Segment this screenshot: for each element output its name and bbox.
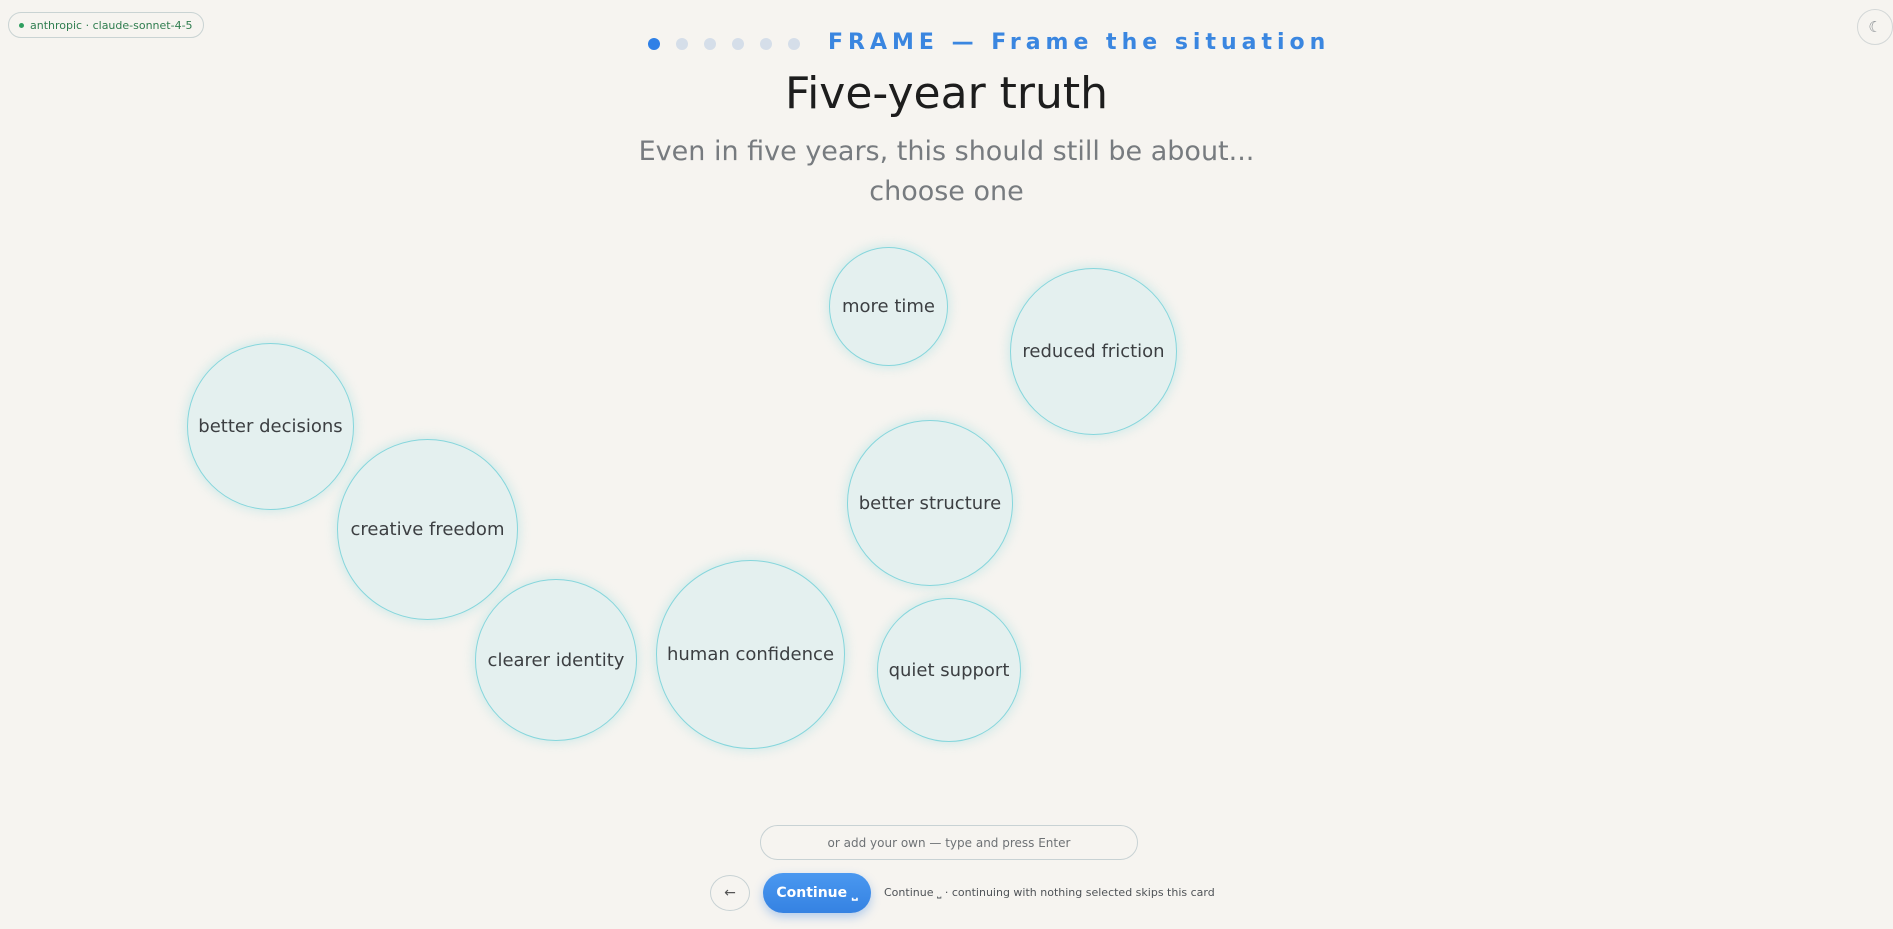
option-bubble-quiet-support[interactable]: quiet support [877, 598, 1021, 742]
page-subtitle: Even in five years, this should still be… [0, 132, 1893, 212]
option-bubble-clearer-identity[interactable]: clearer identity [475, 579, 637, 741]
model-badge: anthropic · claude-sonnet-4-5 [8, 12, 204, 38]
option-bubble-reduced-friction[interactable]: reduced friction [1010, 268, 1177, 435]
progress-dot-3 [704, 38, 716, 50]
subtitle-line-2: choose one [869, 176, 1024, 207]
progress-dot-6 [788, 38, 800, 50]
progress-dot-5 [760, 38, 772, 50]
option-bubble-creative-freedom[interactable]: creative freedom [337, 439, 518, 620]
option-bubble-better-decisions[interactable]: better decisions [187, 343, 354, 510]
continue-button[interactable]: Continue ⎵ [763, 873, 871, 913]
page: anthropic · claude-sonnet-4-5 ☾ FRAME — … [0, 0, 1893, 929]
progress-dot-4 [732, 38, 744, 50]
option-bubble-more-time[interactable]: more time [829, 247, 948, 366]
progress-dots [648, 38, 800, 50]
theme-toggle-button[interactable]: ☾ [1857, 9, 1893, 45]
moon-icon: ☾ [1868, 18, 1882, 36]
status-dot-icon [19, 22, 24, 28]
model-badge-label: anthropic · claude-sonnet-4-5 [30, 18, 193, 32]
back-button[interactable]: ← [710, 875, 750, 911]
subtitle-line-1: Even in five years, this should still be… [638, 136, 1255, 167]
arrow-left-icon: ← [724, 885, 736, 901]
page-title: Five-year truth [784, 68, 1109, 119]
progress-dot-2 [676, 38, 688, 50]
option-bubble-human-confidence[interactable]: human confidence [656, 560, 845, 749]
continue-hint: Continue ⎵ · continuing with nothing sel… [884, 886, 1215, 899]
step-label: FRAME — Frame the situation [828, 30, 1331, 55]
progress-dot-1 [648, 38, 660, 50]
option-bubble-better-structure[interactable]: better structure [847, 420, 1013, 586]
custom-option-input[interactable] [760, 825, 1138, 860]
